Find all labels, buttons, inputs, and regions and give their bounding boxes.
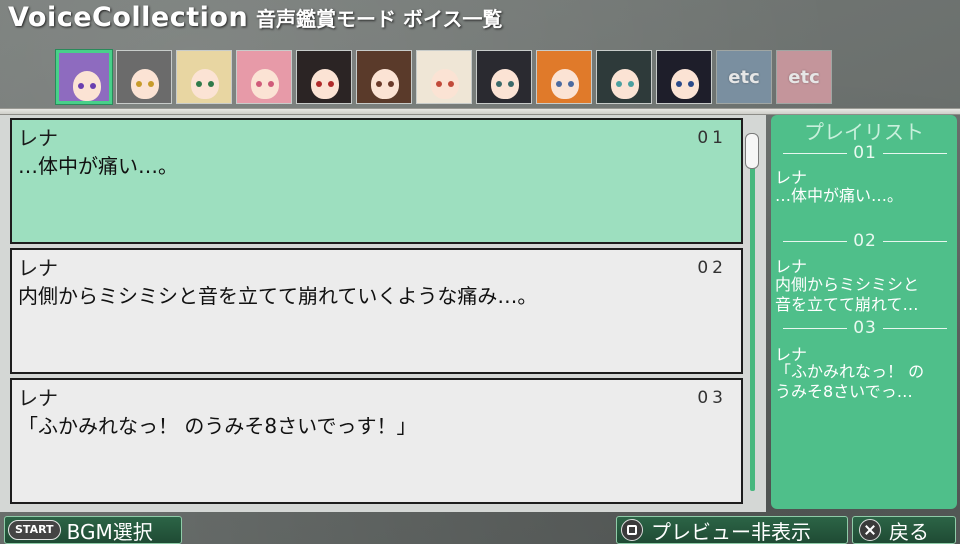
voice-speaker: レナ [18, 126, 58, 150]
voice-line: …体中が痛い…。 [18, 154, 178, 178]
back-button[interactable]: 戻る [852, 516, 956, 544]
playlist-number: 02 [853, 231, 877, 251]
voice-number: 03 [697, 388, 727, 408]
playlist-separator: 01 [783, 143, 948, 163]
page-subtitle: 音声鑑賞モード ボイス一覧 [256, 7, 503, 31]
divider-band [0, 108, 960, 115]
preview-toggle-label: プレビュー非表示 [651, 519, 811, 544]
character-tile-5[interactable] [296, 50, 352, 104]
square-button-icon [621, 519, 643, 541]
etc-label: etc [788, 66, 820, 88]
etc-tile-2[interactable]: etc [776, 50, 832, 104]
character-tile-2[interactable] [116, 50, 172, 104]
voice-number: 02 [697, 258, 727, 278]
character-tile-4[interactable] [236, 50, 292, 104]
character-tile-8[interactable] [476, 50, 532, 104]
playlist-text-line: 内側からミシミシと [775, 275, 920, 294]
character-tile-9[interactable] [536, 50, 592, 104]
playlist-text-line: 「ふかみれなっ！ の [775, 362, 925, 381]
back-label: 戻る [889, 519, 929, 544]
etc-label: etc [728, 66, 760, 88]
playlist-separator: 03 [783, 318, 948, 338]
playlist-number: 01 [853, 143, 877, 163]
voice-speaker: レナ [18, 386, 58, 410]
playlist-text-line: 音を立てて崩れて… [775, 295, 919, 314]
etc-tile-1[interactable]: etc [716, 50, 772, 104]
playlist-speaker: レナ [775, 257, 808, 276]
character-tile-6[interactable] [356, 50, 412, 104]
voice-speaker: レナ [18, 256, 58, 280]
playlist-text-line: …体中が痛い…。 [775, 186, 904, 205]
character-tile-3[interactable] [176, 50, 232, 104]
character-selector: etc etc [56, 50, 832, 104]
character-tile-1[interactable] [56, 50, 112, 104]
playlist-number: 03 [853, 318, 877, 338]
playlist-speaker: レナ [775, 168, 808, 187]
bgm-select-button[interactable]: START BGM選択 [4, 516, 182, 544]
character-tile-7[interactable] [416, 50, 472, 104]
playlist-text[interactable]: …体中が痛い…。 [775, 186, 955, 206]
bgm-select-label: BGM選択 [66, 519, 153, 544]
character-tile-10[interactable] [596, 50, 652, 104]
preview-toggle-button[interactable]: プレビュー非表示 [616, 516, 848, 544]
voice-line: 「ふかみれなっ！ のうみそ8さいでっす！」 [18, 414, 417, 438]
voice-entry[interactable]: レナ 03 「ふかみれなっ！ のうみそ8さいでっす！」 [10, 378, 743, 504]
voice-number: 01 [697, 128, 727, 148]
cross-button-icon [859, 519, 881, 541]
playlist-text[interactable]: 「ふかみれなっ！ の うみそ8さいでっ… [775, 362, 955, 402]
page-title: VoiceCollection [8, 2, 249, 33]
playlist-text[interactable]: 内側からミシミシと 音を立てて崩れて… [775, 275, 955, 315]
voice-entry[interactable]: レナ 01 …体中が痛い…。 [10, 118, 743, 244]
scrollbar-track[interactable] [750, 133, 755, 491]
playlist-title: プレイリスト [804, 120, 924, 144]
voice-line: 内側からミシミシと音を立てて崩れていくような痛み…。 [18, 284, 538, 308]
character-tile-11[interactable] [656, 50, 712, 104]
start-button-icon: START [8, 520, 61, 540]
scrollbar-thumb[interactable] [745, 133, 759, 169]
playlist-separator: 02 [783, 231, 948, 251]
voice-entry[interactable]: レナ 02 内側からミシミシと音を立てて崩れていくような痛み…。 [10, 248, 743, 374]
playlist-text-line: うみそ8さいでっ… [775, 382, 913, 401]
